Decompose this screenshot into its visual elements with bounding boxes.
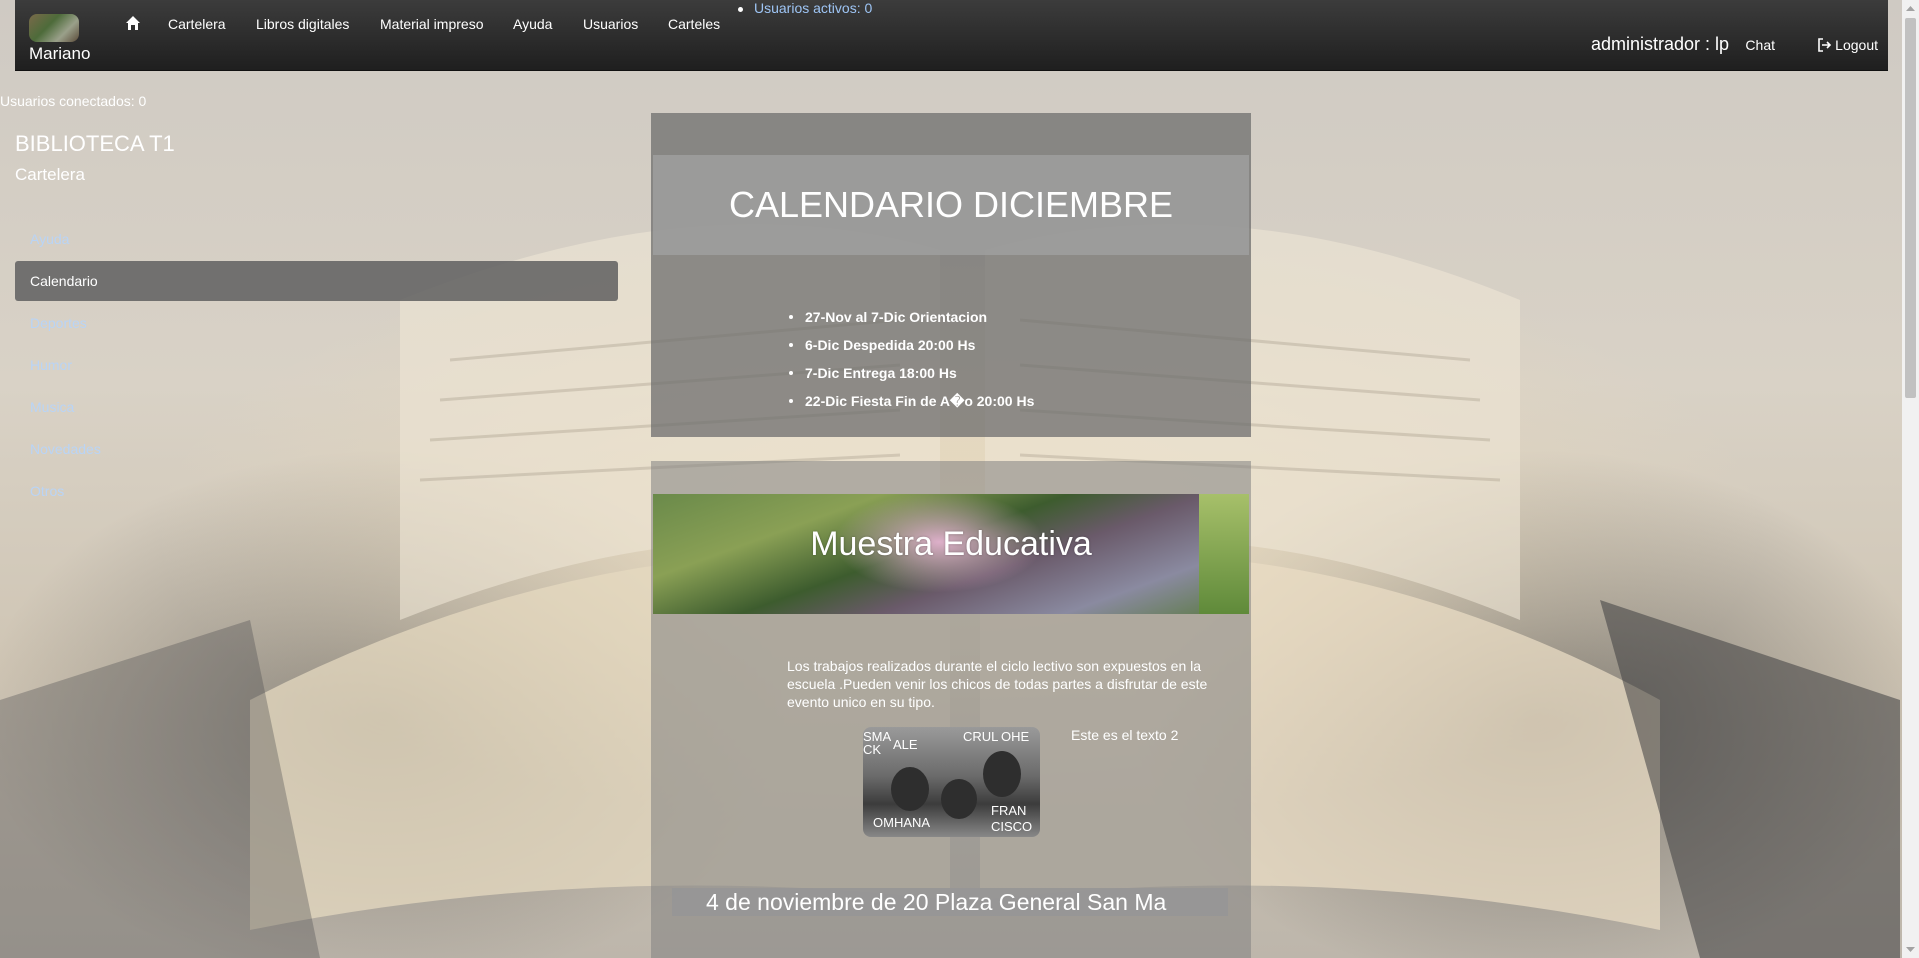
- photo-label: CK: [863, 742, 882, 757]
- current-user[interactable]: administrador : lp: [1591, 34, 1729, 55]
- chat-link[interactable]: Chat: [1745, 37, 1775, 53]
- active-users-link[interactable]: Usuarios activos: 0: [737, 0, 872, 16]
- muestra-card: Muestra Educativa Los trabajos realizado…: [651, 461, 1251, 958]
- sidebar-item-humor[interactable]: Humor: [15, 345, 618, 385]
- scroll-thumb[interactable]: [1905, 18, 1916, 398]
- nav-libros-digitales[interactable]: Libros digitales: [256, 16, 349, 32]
- text-2: Este es el texto 2: [1071, 727, 1179, 743]
- brand-logo: [29, 14, 79, 42]
- muestra-title: Muestra Educativa: [810, 525, 1092, 563]
- sidebar-item-ayuda[interactable]: Ayuda: [15, 219, 618, 259]
- sidebar-item-novedades[interactable]: Novedades: [15, 429, 618, 469]
- calendar-event: 22-Dic Fiesta Fin de A�o 20:00 Hs: [789, 387, 1034, 415]
- sidebar-item-musica[interactable]: Musica: [15, 387, 618, 427]
- scroll-down-icon[interactable]: [1906, 945, 1915, 954]
- library-title: BIBLIOTECA T1: [15, 131, 175, 156]
- muestra-text: Los trabajos realizados durante el ciclo…: [787, 658, 1208, 710]
- ticker-text: 4 de noviembre de 20 Plaza General San M…: [706, 889, 1167, 915]
- muestra-banner: Muestra Educativa: [653, 494, 1249, 614]
- photo-label: FRAN: [991, 803, 1027, 818]
- page-scrollbar[interactable]: [1902, 0, 1919, 958]
- photo-face: [983, 751, 1021, 797]
- photo-label: CISCO: [991, 819, 1033, 834]
- photo-label: CRUL: [963, 729, 999, 744]
- nav-usuarios[interactable]: Usuarios: [583, 16, 638, 32]
- connected-users: Usuarios conectados: 0: [0, 93, 147, 109]
- logout-label: Logout: [1835, 37, 1878, 53]
- library-subtitle: Cartelera: [15, 165, 85, 184]
- logout-icon: [1818, 38, 1832, 52]
- calendar-event: 7-Dic Entrega 18:00 Hs: [789, 359, 1034, 387]
- nav-material-impreso[interactable]: Material impreso: [380, 16, 483, 32]
- sidebar-item-deportes[interactable]: Deportes: [15, 303, 618, 343]
- nav-cartelera[interactable]: Cartelera: [168, 16, 226, 32]
- top-navbar: Mariano Cartelera Libros digitales Mater…: [15, 0, 1888, 71]
- brand-name: Mariano: [29, 44, 91, 63]
- news-ticker: 4 de noviembre de 20 Plaza General San M…: [672, 888, 1228, 916]
- logout-button[interactable]: Logout: [1818, 37, 1878, 53]
- photo-label: ALE: [893, 737, 918, 752]
- photo-label: OMHANA: [873, 815, 931, 830]
- photo-face: [891, 767, 929, 811]
- calendar-card: CALENDARIO DICIEMBRE 27-Nov al 7-Dic Ori…: [651, 113, 1251, 437]
- calendar-event: 6-Dic Despedida 20:00 Hs: [789, 331, 1034, 359]
- sidebar-item-otros[interactable]: Otros: [15, 471, 618, 511]
- home-icon[interactable]: [125, 15, 141, 31]
- sidebar-item-calendario[interactable]: Calendario: [15, 261, 618, 301]
- calendar-events: 27-Nov al 7-Dic Orientacion 6-Dic Desped…: [789, 303, 1034, 415]
- scroll-up-icon[interactable]: [1906, 4, 1915, 13]
- photo-face: [941, 779, 977, 819]
- nav-ayuda[interactable]: Ayuda: [513, 16, 552, 32]
- brand[interactable]: Mariano: [29, 14, 91, 66]
- photo-label: OHE: [1001, 729, 1030, 744]
- group-photo[interactable]: SMA CK ALE CRUL OHE OMHANA FRAN CISCO: [863, 727, 1040, 837]
- calendar-event: 27-Nov al 7-Dic Orientacion: [789, 303, 1034, 331]
- nav-carteles[interactable]: Carteles: [668, 16, 720, 32]
- calendar-title: CALENDARIO DICIEMBRE: [653, 155, 1249, 255]
